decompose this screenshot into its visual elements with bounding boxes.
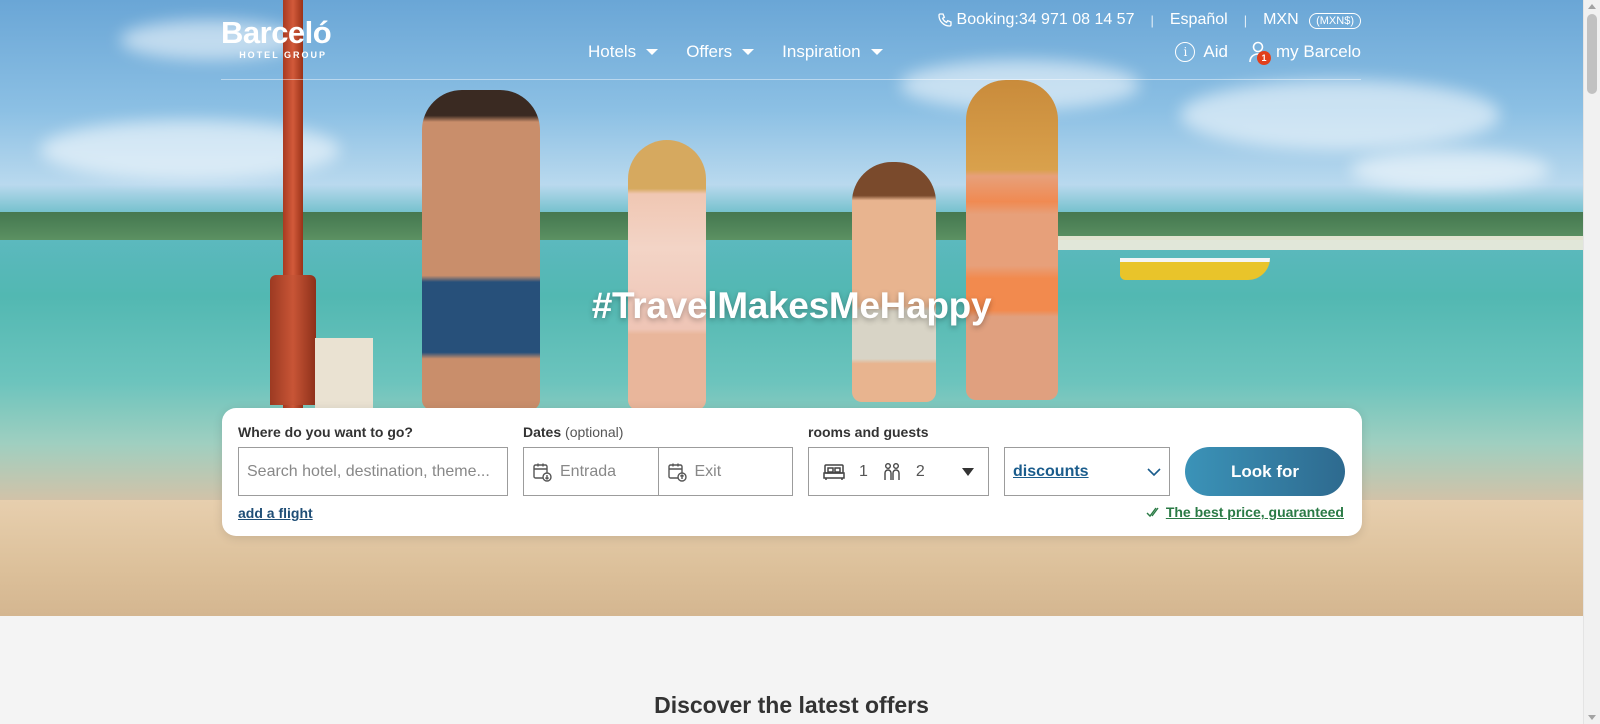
notification-badge: 1 [1256,51,1271,65]
dropdown-arrow-icon [962,467,974,476]
destination-placeholder: Search hotel, destination, theme... [247,462,490,480]
scroll-thumb[interactable] [1587,14,1597,94]
checkout-input[interactable]: Exit [657,448,793,495]
calendar-in-icon [533,463,552,482]
caret-down-icon [742,49,755,55]
beach [1050,236,1583,250]
dates-label: Dates (optional) [523,424,624,440]
bed-icon [823,463,845,480]
caret-down-icon [646,49,659,55]
best-price-label: The best price, guaranteed [1165,504,1344,520]
best-price-link[interactable]: The best price, guaranteed [1146,504,1344,520]
nav-inspiration[interactable]: Inspiration [782,42,883,62]
top-bar: Booking:34 971 08 14 57 | Español | MXN … [937,11,1361,29]
add-flight-link[interactable]: add a flight [238,505,313,521]
nav-hotels[interactable]: Hotels [588,42,659,62]
nav-label: Hotels [588,42,637,61]
currency-selector[interactable]: MXN (MXN$) [1263,11,1361,29]
currency-badge: (MXN$) [1309,13,1361,29]
logo-subtitle: HOTEL GROUP [239,50,328,60]
calendar-out-icon [667,463,687,482]
person-woman [966,80,1058,400]
aid-label: Aid [1203,42,1228,61]
dates-optional: (optional) [565,424,624,440]
user-icon: 1 [1248,41,1271,65]
dates-field: Entrada Exit [523,447,793,496]
scroll-up-icon[interactable] [1588,4,1596,9]
section-title: Discover the latest offers [654,692,929,718]
destination-input[interactable]: Search hotel, destination, theme... [238,447,508,496]
caret-down-icon [870,49,883,55]
destination-label: Where do you want to go? [238,424,413,440]
barcelo-logo[interactable]: Barceló HOTEL GROUP [221,15,332,61]
checkout-placeholder: Exit [694,462,722,480]
aid-link[interactable]: i Aid [1175,42,1228,62]
language-selector[interactable]: Español [1170,11,1228,29]
site-header: Barceló HOTEL GROUP Booking:34 971 08 14… [221,0,1361,80]
hero-tagline: #TravelMakesMeHappy [591,285,992,326]
nav-offers[interactable]: Offers [686,42,755,62]
rooms-count: 1 [859,462,868,480]
logo-wordmark: Barceló [221,15,332,50]
discounts-selector[interactable]: discounts [1004,447,1170,496]
check-icon [1146,507,1159,518]
search-button[interactable]: Look for [1185,447,1345,496]
info-icon: i [1175,42,1196,62]
account-nav: i Aid 1 my Barcelo [1155,41,1361,65]
nav-label: Inspiration [782,42,861,61]
discounts-label: discounts [1013,462,1089,480]
guests-icon [884,462,900,480]
rooms-label: rooms and guests [808,424,929,440]
scroll-down-icon[interactable] [1588,715,1596,720]
person-man [422,90,540,410]
rooms-guests-selector[interactable]: 1 2 [808,447,989,496]
divider: | [1150,12,1154,28]
person-boy [852,162,936,402]
nav-label: Offers [686,42,733,61]
phone-icon [937,13,952,27]
page-scrollbar[interactable] [1583,0,1600,724]
account-label: my Barcelo [1275,42,1361,61]
checkin-placeholder: Entrada [560,462,617,480]
guests-count: 2 [915,462,925,480]
main-nav: Hotels Offers Inspiration [588,42,911,62]
pier-box [315,338,373,408]
currency-code: MXN [1263,11,1299,28]
checkin-input[interactable]: Entrada [524,448,658,495]
chevron-down-icon [1147,467,1161,476]
boat [1120,258,1270,280]
booking-phone-link[interactable]: Booking:34 971 08 14 57 [957,11,1135,29]
divider: | [1243,12,1248,28]
person-girl [628,140,706,410]
search-panel: Where do you want to go? Search hotel, d… [222,408,1362,536]
my-barcelo-link[interactable]: 1 my Barcelo [1248,41,1361,65]
